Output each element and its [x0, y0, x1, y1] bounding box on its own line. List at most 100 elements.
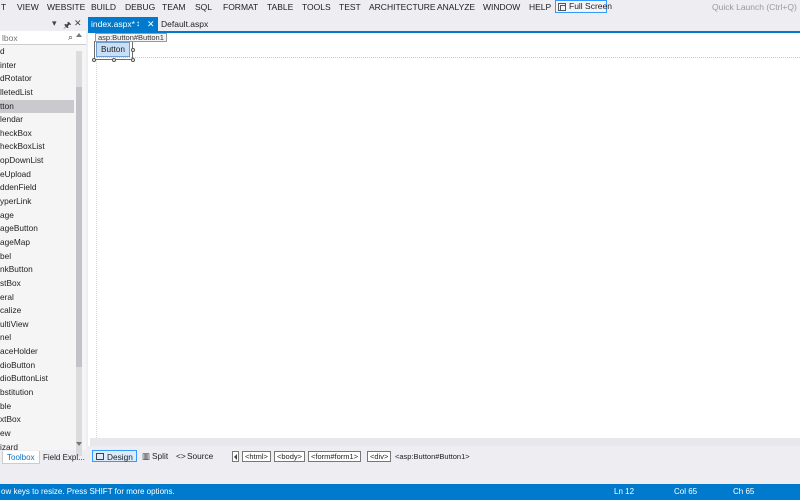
toolbox-item[interactable]: lletedList — [0, 86, 74, 100]
toolbox-item[interactable]: dioButton — [0, 359, 74, 373]
toolbox-panel: ⌕ dinterdRotatorlletedListttonlendarheck… — [0, 31, 86, 456]
scroll-down-icon[interactable] — [76, 442, 82, 446]
breadcrumb-div[interactable]: <div> — [367, 451, 392, 462]
button-control[interactable]: Button — [96, 42, 130, 57]
toolbox-item[interactable]: ew — [0, 427, 74, 441]
split-view-button[interactable]: ▥ Split — [140, 450, 168, 462]
tag-tooltip: asp:Button#Button1 — [95, 33, 167, 42]
menu-item-build[interactable]: BUILD — [91, 2, 116, 12]
design-view-button[interactable]: Design — [92, 450, 137, 462]
div-boundary-left — [96, 33, 97, 446]
toolbox-item[interactable]: d — [0, 45, 74, 59]
tab-toolbox[interactable]: Toolbox — [2, 451, 40, 464]
horizontal-scrollbar[interactable] — [90, 438, 800, 446]
toolbox-item[interactable]: ultiView — [0, 318, 74, 332]
resize-handle[interactable] — [92, 58, 96, 62]
toolbox-item[interactable]: bstitution — [0, 386, 74, 400]
split-icon: ▥ — [142, 451, 150, 461]
toolbox-item[interactable]: aceHolder — [0, 345, 74, 359]
toolbox-item[interactable]: nkButton — [0, 263, 74, 277]
toolbox-scrollbar[interactable] — [76, 51, 82, 456]
design-surface[interactable]: Button asp:Button#Button1 — [88, 33, 800, 446]
menu-item-tools[interactable]: TOOLS — [302, 2, 331, 12]
menu-item-edit[interactable]: T — [1, 2, 6, 12]
toolbox-item[interactable]: ble — [0, 400, 74, 414]
menu-item-view[interactable]: VIEW — [17, 2, 39, 12]
status-bar: ow keys to resize. Press SHIFT for more … — [0, 484, 800, 500]
toolbox-item[interactable]: xtBox — [0, 413, 74, 427]
toolbox-item[interactable]: dioButtonList — [0, 372, 74, 386]
breadcrumb-html[interactable]: <html> — [242, 451, 271, 462]
toolbox-search: ⌕ — [0, 31, 86, 45]
toolbox-item[interactable]: lendar — [0, 113, 74, 127]
toolbox-item[interactable]: yperLink — [0, 195, 74, 209]
document-tabs: index.aspx* ↕ ✕ Default.aspx — [88, 17, 800, 31]
full-screen-icon — [558, 3, 566, 11]
breadcrumb-form[interactable]: <form#form1> — [308, 451, 362, 462]
toolbox-item[interactable]: dRotator — [0, 72, 74, 86]
toolbox-item[interactable]: heckBoxList — [0, 140, 74, 154]
breadcrumb-back-icon[interactable] — [232, 451, 239, 462]
menu-item-debug[interactable]: DEBUG — [125, 2, 155, 12]
menu-item-help[interactable]: HELP — [529, 2, 551, 12]
scrollbar-thumb[interactable] — [76, 87, 82, 367]
toolbox-item[interactable]: age — [0, 209, 74, 223]
toolbox-item[interactable]: calize — [0, 304, 74, 318]
close-icon[interactable]: ✕ — [74, 18, 82, 29]
menu-item-test[interactable]: TEST — [339, 2, 361, 12]
toolbox-item[interactable]: ageMap — [0, 236, 74, 250]
div-boundary — [96, 57, 800, 58]
menu-item-analyze[interactable]: ANALYZE — [437, 2, 475, 12]
tab-label: index.aspx* — [91, 19, 135, 29]
toolbox-item[interactable]: tton — [0, 99, 74, 114]
menu-item-website[interactable]: WEBSITE — [47, 2, 85, 12]
source-icon: <> — [176, 451, 186, 461]
toolbox-item[interactable]: eral — [0, 291, 74, 305]
status-char: Ch 65 — [733, 487, 755, 496]
status-message: ow keys to resize. Press SHIFT for more … — [1, 487, 175, 496]
source-view-button[interactable]: <> Source — [176, 450, 213, 462]
toolbox-item[interactable]: inter — [0, 59, 74, 73]
toolbox-item[interactable]: bel — [0, 250, 74, 264]
menu-item-architecture[interactable]: ARCHITECTURE — [369, 2, 436, 12]
resize-handle[interactable] — [131, 58, 135, 62]
toolbox-search-input[interactable] — [0, 31, 66, 44]
toolbox-item[interactable]: stBox — [0, 277, 74, 291]
status-column: Col 65 — [674, 487, 698, 496]
resize-handle[interactable] — [112, 58, 116, 62]
design-icon — [96, 453, 104, 460]
pin-icon[interactable]: ↕ — [136, 17, 140, 31]
toolbox-header: ▾ 🖈 ✕ — [0, 16, 86, 30]
split-view-label: Split — [152, 451, 169, 461]
toolbox-tabs: Toolbox Field Expl... — [0, 451, 88, 464]
toolbox-item[interactable]: nel — [0, 331, 74, 345]
menu-item-window[interactable]: WINDOW — [483, 2, 520, 12]
full-screen-label: Full Screen — [569, 1, 612, 11]
menu-item-sql[interactable]: SQL — [195, 2, 212, 12]
search-icon[interactable]: ⌕ — [68, 32, 73, 43]
tab-field-explorer[interactable]: Field Expl... — [43, 451, 85, 464]
close-tab-icon[interactable]: ✕ — [147, 17, 155, 31]
dropdown-icon[interactable]: ▾ — [52, 18, 57, 29]
scroll-up-icon[interactable] — [76, 33, 82, 37]
tab-default-aspx[interactable]: Default.aspx — [161, 17, 208, 31]
status-line: Ln 12 — [614, 487, 635, 496]
toolbox-item[interactable]: heckBox — [0, 127, 74, 141]
toolbox-item[interactable]: eUpload — [0, 168, 74, 182]
toolbox-item[interactable]: opDownList — [0, 154, 74, 168]
menu-bar: T VIEW WEBSITE BUILD DEBUG TEAM SQL FORM… — [0, 0, 800, 14]
toolbox-list: d inter dRotator lletedList tton lendar heckBo… — [0, 45, 74, 454]
menu-item-team[interactable]: TEAM — [162, 2, 186, 12]
menu-item-format[interactable]: FORMAT — [223, 2, 258, 12]
toolbox-item[interactable]: ageButton — [0, 222, 74, 236]
toolbox-item[interactable]: ddenField — [0, 181, 74, 195]
breadcrumb-body[interactable]: <body> — [274, 451, 306, 462]
tab-index-aspx[interactable]: index.aspx* ↕ ✕ — [88, 17, 158, 31]
full-screen-button[interactable]: Full Screen — [555, 0, 612, 13]
menu-item-table[interactable]: TABLE — [267, 2, 293, 12]
view-bar: Design ▥ Split <> Source <html> <body> <… — [88, 448, 800, 464]
breadcrumb-button[interactable]: <asp:Button#Button1> — [395, 452, 470, 461]
quick-launch-input[interactable]: Quick Launch (Ctrl+Q) — [712, 2, 800, 12]
resize-handle[interactable] — [131, 48, 135, 52]
source-view-label: Source — [187, 451, 214, 461]
